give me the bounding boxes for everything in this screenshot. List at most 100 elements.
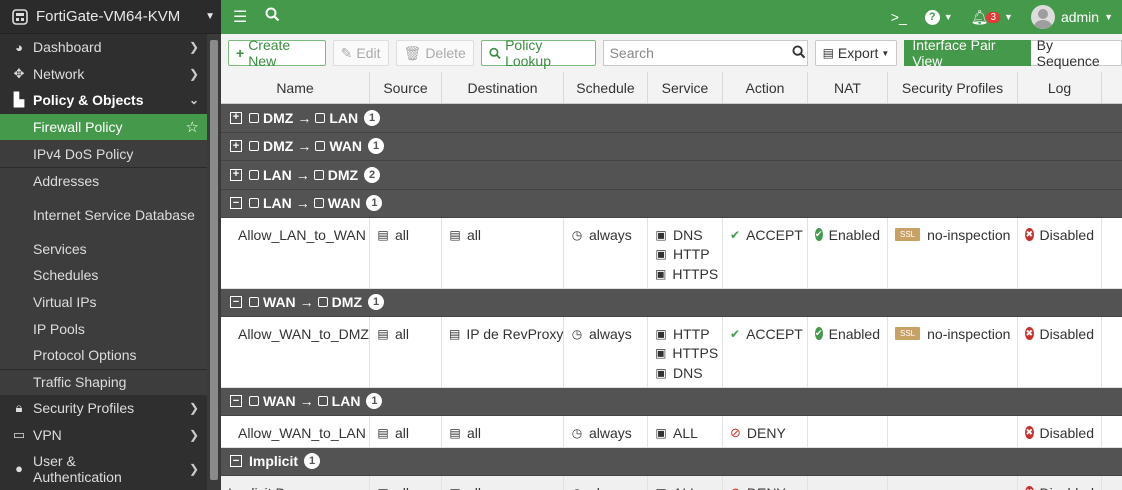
interface-pair-group[interactable]: + DMZ → WAN 1 (221, 132, 1122, 161)
interface-icon (249, 396, 259, 407)
sidebar-scrollbar[interactable] (207, 34, 221, 490)
chevron-right-icon: ❯ (188, 428, 199, 443)
collapse-icon[interactable]: − (230, 197, 242, 210)
top-bar: ☰ >_ ? ▼ 🔔︎ 3 ▼ admin ▼ (221, 0, 1122, 34)
cell-name: Allow_LAN_to_WAN (221, 218, 370, 288)
policy-name[interactable]: Allow_LAN_to_WAN (238, 227, 366, 243)
sidebar-item-user-authentication[interactable]: ● User & Authentication ❯ (0, 448, 207, 490)
cell-line: Implicit Deny (228, 483, 362, 490)
device-selector[interactable]: FortiGate-VM64-KVM ▼ (0, 0, 221, 34)
action-value: ACCEPT (746, 226, 803, 243)
sidebar-item-ip-pools[interactable]: IP Pools (0, 315, 207, 342)
user-menu[interactable]: admin ▼ (1022, 5, 1122, 29)
cell-action: ⊘ DENY (723, 416, 808, 447)
table-row[interactable]: Allow_WAN_to_LAN ▤ all ▤ all ◷ always ▣ ALL ⊘ DENY… (221, 416, 1122, 448)
sidebar-item-firewall-policy[interactable]: Firewall Policy ☆ (0, 113, 207, 141)
sidebar-item-internet-service-database[interactable]: Internet Service Database (0, 193, 207, 236)
interface-pair-group[interactable]: + LAN → DMZ 2 (221, 161, 1122, 190)
sidebar-item-policy-objects[interactable]: ▙ Policy & Objects ⌄ (0, 87, 207, 114)
sidebar-item-ipv4-dos-policy[interactable]: IPv4 DoS Policy (0, 140, 207, 167)
sidebar-item-traffic-shaping[interactable]: Traffic Shaping (0, 368, 207, 396)
source-interface: LAN (263, 166, 292, 183)
cell-line: ⊘ DENY (730, 423, 800, 443)
table-row[interactable]: Allow_LAN_to_WAN ▤ all ▤ all ◷ always ▣ DNS ▣ HTTP… (221, 218, 1122, 289)
column-header-action[interactable]: Action (723, 72, 808, 103)
cell-destination: ▤ all (442, 416, 564, 447)
implicit-group[interactable]: − Implicit 1 (221, 447, 1122, 476)
collapse-icon[interactable]: − (230, 296, 242, 309)
profile-value[interactable]: no-inspection (927, 326, 1010, 342)
column-header-name[interactable]: Name (221, 72, 370, 103)
cell-filler (1102, 218, 1122, 288)
column-header-security-profiles[interactable]: Security Profiles (888, 72, 1018, 103)
chevron-right-icon: ❯ (188, 66, 199, 81)
check-circle-icon: ✔ (815, 327, 823, 341)
chevron-down-icon: ▼ (1104, 12, 1113, 22)
destination-value: all (467, 226, 482, 243)
delete-button[interactable]: 🗑︎ Delete (395, 40, 474, 66)
interface-pair-group[interactable]: − WAN → LAN 1 (221, 387, 1122, 416)
profile-value[interactable]: no-inspection (927, 227, 1010, 243)
service-icon: ▣ (655, 227, 667, 242)
policy-name[interactable]: Allow_WAN_to_LAN (238, 425, 366, 441)
sidebar-item-dashboard[interactable]: ◕ Dashboard ❯ (0, 34, 207, 61)
interface-pair-group[interactable]: + DMZ → LAN 1 (221, 104, 1122, 133)
service-icon: ▣ (655, 326, 667, 341)
nat-value: Enabled (828, 226, 880, 243)
destination-value: all (467, 485, 481, 490)
scrollbar-thumb[interactable] (210, 40, 218, 480)
column-header-filler (1102, 72, 1122, 103)
sidebar-item-services[interactable]: Services (0, 235, 207, 263)
policy-name[interactable]: Implicit Deny (228, 485, 308, 490)
search-icon[interactable] (791, 44, 807, 62)
expand-icon[interactable]: + (230, 168, 242, 181)
column-header-nat[interactable]: NAT (808, 72, 888, 103)
create-new-button[interactable]: + Create New (228, 37, 326, 69)
cli-console-button[interactable]: >_ (882, 9, 916, 25)
column-header-schedule[interactable]: Schedule (564, 72, 648, 103)
sidebar-item-label: IP Pools (33, 320, 85, 337)
star-icon[interactable]: ☆ (186, 118, 199, 136)
expand-icon[interactable]: + (230, 140, 242, 153)
sidebar-item-label: User & Authentication (33, 453, 122, 486)
interface-pair-view-button[interactable]: Interface Pair View (904, 37, 1031, 69)
export-button[interactable]: ▤ Export ▼ (814, 40, 898, 66)
expand-icon[interactable]: + (230, 111, 242, 124)
sidebar-item-label: Dashboard (33, 39, 102, 56)
table-row[interactable]: Allow_WAN_to_DMZ ▤ all ▤ IP de RevProxy ◷ alwa… (221, 317, 1122, 388)
interface-pair-group[interactable]: − LAN → WAN 1 (221, 189, 1122, 218)
interface-pair-group[interactable]: − WAN → DMZ 1 (221, 288, 1122, 317)
by-sequence-button[interactable]: By Sequence (1030, 37, 1122, 69)
column-header-log[interactable]: Log (1018, 72, 1102, 103)
column-header-source[interactable]: Source (370, 72, 442, 103)
search-input[interactable] (603, 41, 791, 65)
column-header-destination[interactable]: Destination (442, 72, 564, 103)
sidebar-item-vpn[interactable]: ▭ VPN ❯ (0, 422, 207, 449)
chevron-down-icon: ⌄ (188, 93, 199, 108)
search-icon[interactable] (265, 7, 280, 27)
log-value: Disabled (1039, 226, 1094, 243)
table-row[interactable]: Implicit Deny ▤ all ▤ all ◷ always ▣ ALL ⊘ DENY ✖ Di… (221, 476, 1122, 490)
notification-count: 3 (986, 11, 1001, 23)
cell-line: ▤ all (377, 423, 434, 443)
collapse-icon[interactable]: − (230, 395, 242, 408)
check-circle-icon: ✔ (815, 228, 823, 242)
menu-icon[interactable]: ☰ (233, 7, 247, 27)
cell-name: Implicit Deny (221, 476, 370, 490)
policy-lookup-button[interactable]: Policy Lookup (480, 37, 596, 69)
sidebar-item-protocol-options[interactable]: Protocol Options (0, 341, 207, 369)
sidebar-item-security-profiles[interactable]: 🔒︎ Security Profiles ❯ (0, 395, 207, 422)
sidebar-item-network[interactable]: ✥ Network ❯ (0, 61, 207, 88)
notifications-button[interactable]: 🔔︎ 3 ▼ (962, 9, 1022, 26)
sidebar-item-label: Policy & Objects (33, 92, 144, 109)
sidebar-item-schedules[interactable]: Schedules (0, 262, 207, 289)
help-button[interactable]: ? ▼ (916, 9, 962, 25)
sidebar-item-virtual-ips[interactable]: Virtual IPs (0, 288, 207, 316)
column-header-service[interactable]: Service (648, 72, 723, 103)
policy-name[interactable]: Allow_WAN_to_DMZ (238, 326, 369, 342)
edit-button[interactable]: ✎ Edit (332, 40, 389, 66)
collapse-icon[interactable]: − (230, 455, 242, 468)
sidebar-item-addresses[interactable]: Addresses (0, 166, 207, 194)
cell-line: ▤ IP de RevProxy (449, 324, 563, 344)
x-circle-icon: ✖ (1025, 327, 1034, 341)
